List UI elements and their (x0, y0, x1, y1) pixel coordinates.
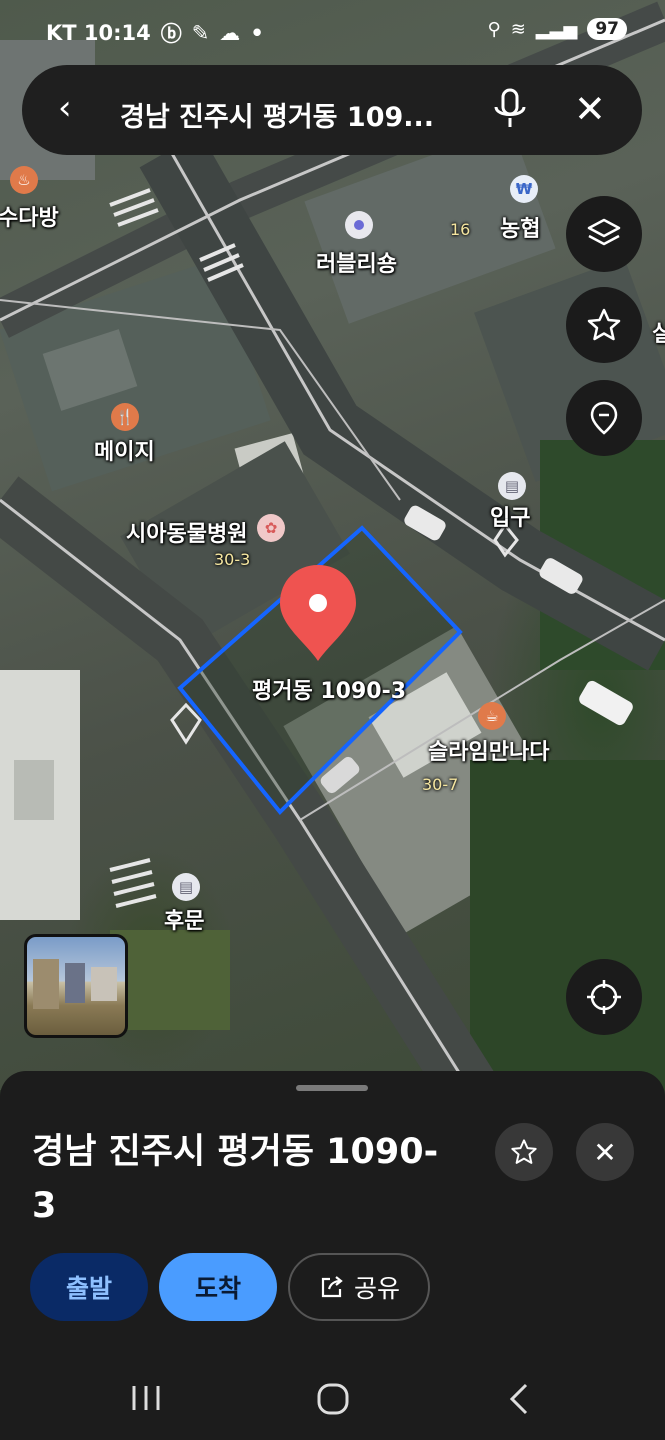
wifi-icon: ≋ (510, 18, 526, 40)
place-title: 경남 진주시 평거동 1090-3 (32, 1132, 439, 1226)
parcel-label: 평거동 1090-3 (252, 679, 407, 704)
cafe-marker-icon[interactable]: ♨ (10, 166, 38, 194)
status-right: ⚲ ≋ ▂▃▅ 97 (488, 18, 627, 40)
poi-label-hospital[interactable]: 시아동물병원 (126, 516, 247, 548)
street-view-thumbnail[interactable] (24, 934, 128, 1038)
back-arrow-icon[interactable]: ‹ (58, 91, 72, 125)
star-icon (587, 308, 621, 341)
drag-handle[interactable] (296, 1085, 368, 1091)
share-button[interactable]: 공유 (288, 1253, 430, 1321)
status-left: KT 10:14 ⓑ ✎ ☁ • (46, 18, 264, 48)
pet-hospital-icon[interactable]: ✿ (257, 514, 285, 542)
place-bottom-sheet[interactable]: 경남 진주시 평거동 1090-3 ✕ 출발 도착 공유 (0, 1071, 665, 1356)
recent-apps-icon[interactable] (130, 1384, 164, 1412)
cafe-marker-icon[interactable]: ☕ (478, 702, 506, 730)
poi-label-nonghyup[interactable]: 농협 (500, 211, 540, 243)
entrance-marker-icon[interactable]: ▤ (498, 472, 526, 500)
save-place-button[interactable] (495, 1123, 553, 1181)
place-button[interactable] (566, 380, 642, 456)
home-icon[interactable] (316, 1382, 350, 1416)
back-icon[interactable] (506, 1382, 532, 1416)
poi-label-edge[interactable]: 실 (652, 316, 665, 348)
poi-label-maiji[interactable]: 메이지 (94, 434, 155, 466)
layers-icon (587, 218, 621, 246)
share-icon (321, 1276, 343, 1298)
my-location-button[interactable] (566, 959, 642, 1035)
status-bar: KT 10:14 ⓑ ✎ ☁ • ⚲ ≋ ▂▃▅ 97 (0, 0, 665, 64)
close-icon: ✕ (593, 1135, 617, 1169)
restaurant-marker-icon[interactable]: 🍴 (111, 403, 139, 431)
bank-marker-icon[interactable]: ₩ (510, 175, 538, 203)
depart-button[interactable]: 출발 (30, 1253, 148, 1321)
carrier-time: KT 10:14 (46, 21, 151, 45)
search-query[interactable]: 경남 진주시 평거동 109... (120, 95, 434, 134)
pin-outline-icon (590, 401, 618, 435)
dot-icon: • (250, 21, 264, 45)
location-pin-icon[interactable] (278, 563, 358, 663)
close-sheet-button[interactable]: ✕ (576, 1123, 634, 1181)
cloud-icon: ☁ (219, 21, 241, 45)
back-gate-marker-icon[interactable]: ▤ (172, 873, 200, 901)
poi-label-back-gate[interactable]: 후문 (164, 903, 204, 935)
crosshair-icon (587, 980, 621, 1014)
star-icon (511, 1139, 537, 1164)
signal-icon: ▂▃▅ (535, 18, 578, 40)
favorites-button[interactable] (566, 287, 642, 363)
address-number: 30-3 (214, 550, 251, 569)
layers-button[interactable] (566, 196, 642, 272)
address-number: 16 (450, 220, 471, 239)
microphone-icon[interactable] (490, 87, 530, 135)
arrive-button[interactable]: 도착 (159, 1253, 277, 1321)
share-label: 공유 (353, 1274, 400, 1303)
battery-indicator: 97 (587, 18, 627, 40)
poi-label-lovely[interactable]: 러블리숑 (316, 246, 397, 278)
address-number: 30-7 (422, 775, 459, 794)
b-app-icon: ⓑ (160, 22, 182, 46)
feather-icon: ✎ (191, 21, 210, 45)
poi-label-slime[interactable]: 슬라임만나다 (428, 734, 549, 766)
poi-label-cafe[interactable]: 수다방 (0, 200, 59, 232)
poi-label-entrance[interactable]: 입구 (490, 500, 530, 532)
poi-marker-icon[interactable] (345, 211, 373, 239)
location-icon: ⚲ (487, 18, 501, 40)
map-graphics (0, 1, 665, 1090)
system-nav-bar (0, 1356, 665, 1440)
search-bar[interactable]: ‹ 경남 진주시 평거동 109... ✕ (22, 65, 642, 155)
map-view[interactable]: 수다방 ♨ 러블리숑 ₩ 농협 16 🍴 메이지 시아동물병원 ✿ 30-3 ▤… (0, 0, 665, 1090)
clear-icon[interactable]: ✕ (574, 90, 606, 128)
